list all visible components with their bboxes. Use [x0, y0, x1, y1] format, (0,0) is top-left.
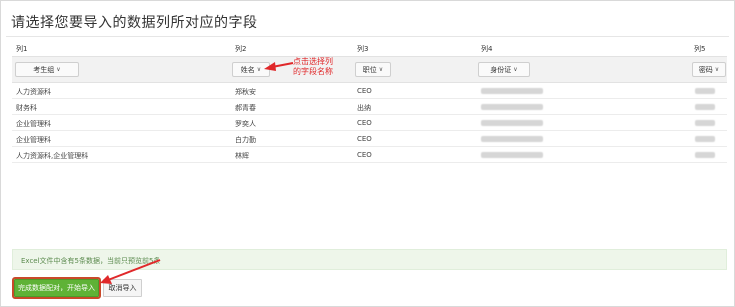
cancel-import-button[interactable]: 取消导入: [103, 279, 142, 297]
field-select-row: 考生组 ∨ 姓名 ∨ 职位 ∨ 身份证 ∨ 密码 ∨: [12, 57, 727, 83]
table-row: 财务科 郝青春 出纳: [12, 99, 727, 115]
redacted-password-value: [695, 120, 715, 126]
column-header: 列5: [694, 45, 706, 53]
preview-table: 列1 列2 列3 列4 列5 考生组 ∨ 姓名 ∨ 职位 ∨ 身份证 ∨ 密码 ∨ 人力资…: [12, 40, 727, 163]
chevron-down-icon: ∨: [513, 66, 518, 73]
field-select-col1[interactable]: 考生组 ∨: [15, 62, 79, 77]
table-cell: CEO: [357, 135, 372, 143]
table-cell: 林辉: [235, 152, 249, 160]
info-text: Excel文件中含有5条数据，当前只预览前5条: [21, 257, 161, 265]
column-header: 列3: [357, 45, 369, 53]
chevron-down-icon: ∨: [378, 66, 384, 73]
table-cell: 人力资源科: [16, 88, 51, 96]
title-divider: [6, 36, 729, 37]
table-cell: 郝青春: [235, 104, 256, 112]
table-row: 人力资源科,企业管理科 林辉 CEO: [12, 147, 727, 163]
table-cell: 白力勤: [235, 136, 256, 144]
table-cell: CEO: [357, 87, 372, 95]
field-select-label: 身份证: [490, 65, 512, 74]
table-cell: 企业管理科: [16, 120, 51, 128]
table-cell: 郑秋安: [235, 88, 256, 96]
redacted-password-value: [695, 152, 715, 158]
redacted-password-value: [695, 88, 715, 94]
table-cell: CEO: [357, 119, 372, 127]
table-cell: 企业管理科: [16, 136, 51, 144]
table-cell: 罗奕人: [235, 120, 256, 128]
field-select-col5[interactable]: 密码 ∨: [692, 62, 726, 77]
table-cell: 人力资源科,企业管理科: [16, 152, 89, 160]
field-select-label: 职位: [362, 65, 377, 74]
table-cell: CEO: [357, 151, 372, 159]
chevron-down-icon: ∨: [256, 66, 262, 73]
annotation-line: 的字段名称: [293, 67, 333, 76]
annotation-line: 点击选择列: [293, 57, 333, 66]
redacted-password-value: [695, 104, 715, 110]
table-row: 人力资源科 郑秋安 CEO: [12, 83, 727, 99]
chevron-down-icon: ∨: [714, 66, 720, 73]
column-header: 列4: [481, 45, 493, 53]
field-select-label: 密码: [698, 65, 713, 74]
redacted-id-value: [481, 88, 543, 94]
page-title: 请选择您要导入的数据列所对应的字段: [11, 15, 258, 31]
redacted-id-value: [481, 120, 543, 126]
column-header: 列1: [16, 45, 28, 53]
field-select-col2[interactable]: 姓名 ∨: [232, 62, 270, 77]
table-cell: 财务科: [16, 104, 37, 112]
info-banner: Excel文件中含有5条数据，当前只预览前5条: [12, 249, 727, 270]
chevron-down-icon: ∨: [56, 66, 61, 73]
field-select-col4[interactable]: 身份证 ∨: [478, 62, 530, 77]
table-cell: 出纳: [357, 104, 371, 112]
field-select-col3[interactable]: 职位 ∨: [355, 62, 391, 77]
column-header-row: 列1 列2 列3 列4 列5: [12, 40, 727, 57]
annotation-callout: 点击选择列 的字段名称: [293, 57, 333, 77]
table-row: 企业管理科 白力勤 CEO: [12, 131, 727, 147]
table-row: 企业管理科 罗奕人 CEO: [12, 115, 727, 131]
redacted-id-value: [481, 136, 543, 142]
start-import-button[interactable]: 完成数据配对，开始导入: [12, 277, 101, 299]
field-select-label: 考生组: [33, 65, 55, 74]
redacted-password-value: [695, 136, 715, 142]
column-header: 列2: [235, 45, 247, 53]
redacted-id-value: [481, 152, 543, 158]
redacted-id-value: [481, 104, 543, 110]
field-select-label: 姓名: [240, 65, 255, 74]
